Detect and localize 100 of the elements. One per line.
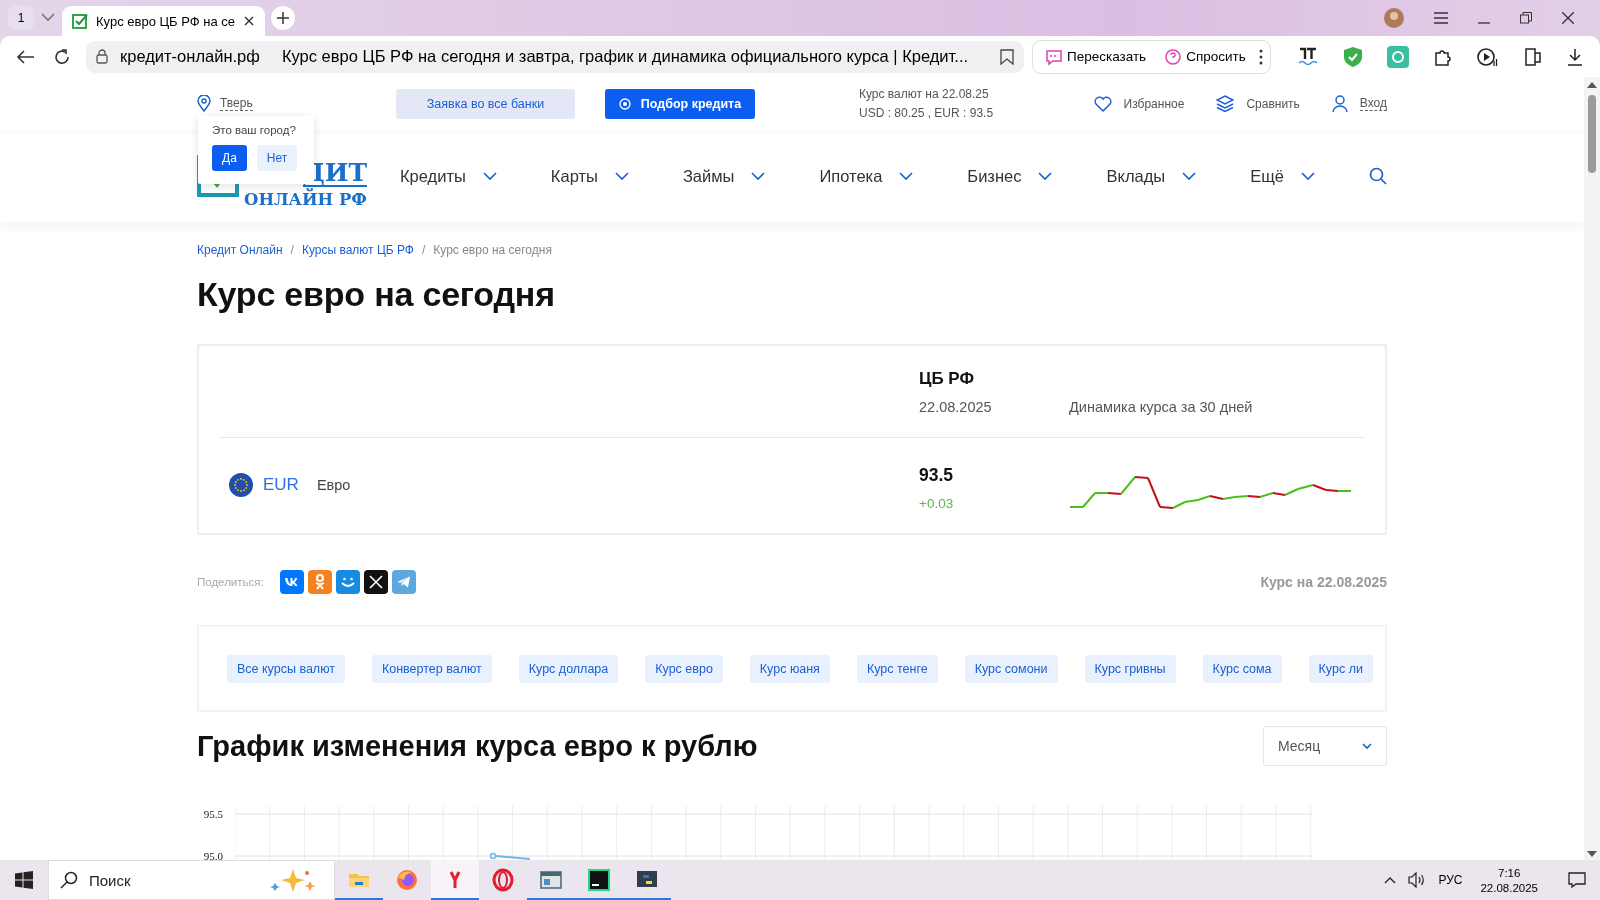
city-selector[interactable]: Тверь bbox=[197, 95, 396, 112]
page-title: Курс евро ЦБ РФ на сегодня и завтра, график и динамика официального курса | Кредит... bbox=[281, 47, 970, 66]
nav-menu-item[interactable]: Вклады bbox=[1106, 166, 1198, 186]
plus-icon bbox=[277, 12, 289, 24]
no-button[interactable]: Нет bbox=[256, 145, 298, 171]
currency-link-chip[interactable]: Курс сома bbox=[1202, 654, 1282, 683]
nav-menu-item[interactable]: Бизнес bbox=[967, 166, 1054, 186]
rates-values: USD : 80.25 , EUR : 93.5 bbox=[859, 106, 995, 120]
chevron-down-icon bbox=[613, 169, 630, 183]
clock-date[interactable]: 22.08.2025 bbox=[1480, 881, 1538, 894]
chevron-down-icon bbox=[481, 169, 498, 183]
browser-tab[interactable]: Курс евро ЦБ РФ на се bbox=[62, 6, 265, 36]
chevron-up-icon[interactable] bbox=[1384, 876, 1397, 884]
close-icon[interactable] bbox=[243, 15, 255, 27]
ask-button[interactable]: Спросить bbox=[1158, 47, 1252, 66]
currency-link-chip[interactable]: Конвертер валют bbox=[371, 654, 492, 683]
vk-icon[interactable] bbox=[279, 570, 304, 594]
credit-selection-button[interactable]: Подбор кредита bbox=[605, 88, 755, 119]
breadcrumb-current: Курс евро на сегодня bbox=[433, 243, 552, 257]
chevron-down-icon bbox=[750, 169, 767, 183]
share-label: Поделиться: bbox=[197, 576, 264, 588]
nav-menu-item[interactable]: Карты bbox=[550, 166, 630, 186]
lock-icon bbox=[96, 49, 108, 64]
search-icon[interactable] bbox=[1368, 167, 1387, 185]
yes-button[interactable]: Да bbox=[212, 145, 247, 171]
language-indicator[interactable]: РУС bbox=[1438, 873, 1463, 887]
user-icon bbox=[1331, 94, 1348, 113]
translate-icon[interactable] bbox=[1296, 46, 1319, 67]
play-icon[interactable] bbox=[1476, 46, 1499, 67]
tab-title: Курс евро ЦБ РФ на се bbox=[96, 13, 235, 29]
rate-value: 93.5 bbox=[919, 465, 955, 486]
layers-icon bbox=[1216, 95, 1235, 112]
section-heading: График изменения курса евро к рублю bbox=[197, 729, 758, 763]
compare-link[interactable]: Сравнить bbox=[1216, 95, 1300, 112]
dynamics-label: Динамика курса за 30 дней bbox=[1069, 399, 1254, 415]
currency-link-chip[interactable]: Курс юаня bbox=[749, 654, 830, 683]
currency-link-chip[interactable]: Курс ли bbox=[1308, 654, 1373, 683]
scroll-down-icon[interactable] bbox=[1587, 851, 1597, 857]
new-tab-button[interactable] bbox=[271, 6, 295, 30]
y-axis-label: 95.5 bbox=[202, 808, 223, 820]
breadcrumb-link[interactable]: Курсы валют ЦБ РФ bbox=[301, 243, 414, 257]
nav-menu-item[interactable]: Займы bbox=[682, 166, 767, 186]
currency-link-chip[interactable]: Курс тенге bbox=[856, 654, 938, 683]
scrollbar-thumb[interactable] bbox=[1588, 95, 1596, 173]
url-text: кредит-онлайн.рф bbox=[120, 47, 260, 66]
y-axis-label: 95.0 bbox=[202, 850, 223, 860]
chevron-down-icon bbox=[898, 169, 915, 183]
period-dropdown[interactable]: Месяц bbox=[1263, 726, 1387, 766]
breadcrumb-separator: / bbox=[422, 243, 426, 257]
taskbar-search-field[interactable]: Поиск bbox=[48, 860, 335, 900]
scrollbar[interactable] bbox=[1584, 77, 1600, 860]
chevron-down-icon bbox=[1299, 169, 1316, 183]
target-icon bbox=[618, 97, 631, 110]
x-icon[interactable] bbox=[363, 570, 388, 594]
menu-icon[interactable] bbox=[1434, 12, 1448, 24]
location-pin-icon bbox=[197, 95, 211, 112]
page-heading: Курс евро на сегодня bbox=[197, 275, 556, 314]
rates-title: Курс валют на 22.08.25 bbox=[859, 87, 990, 101]
apply-all-banks-button[interactable]: Заявка во все банки bbox=[396, 88, 575, 119]
shield-icon[interactable] bbox=[1342, 45, 1363, 68]
more-icon[interactable] bbox=[1257, 48, 1264, 65]
nav-menu-item[interactable]: Ипотека bbox=[819, 166, 915, 186]
chevron-down-icon bbox=[1362, 742, 1372, 750]
currency-link-chip[interactable]: Все курсы валют bbox=[227, 654, 345, 683]
login-link[interactable]: Вход bbox=[1331, 94, 1387, 113]
speaker-icon[interactable] bbox=[1408, 872, 1427, 888]
clock-time[interactable]: 7:16 bbox=[1498, 866, 1521, 879]
bookmark-icon[interactable] bbox=[1000, 48, 1014, 65]
odnoklassniki-icon[interactable] bbox=[307, 570, 332, 594]
currency-name: Евро bbox=[316, 477, 351, 493]
breadcrumb-link[interactable]: Кредит Онлайн bbox=[197, 243, 283, 257]
currency-link-chip[interactable]: Курс евро bbox=[645, 654, 723, 683]
city-question: Это ваш город? bbox=[212, 124, 297, 136]
currency-code[interactable]: EUR bbox=[263, 475, 299, 495]
retell-button[interactable]: Пересказать bbox=[1039, 47, 1153, 66]
tab-counter[interactable]: 1 bbox=[8, 6, 34, 30]
chevron-down-icon bbox=[1037, 169, 1054, 183]
breadcrumb-separator: / bbox=[290, 243, 294, 257]
nav-menu-item[interactable]: Кредиты bbox=[400, 166, 498, 186]
currency-link-chip[interactable]: Курс доллара bbox=[518, 654, 619, 683]
heart-icon bbox=[1093, 95, 1112, 112]
close-icon[interactable] bbox=[1562, 12, 1574, 24]
app-window-icon bbox=[539, 868, 563, 892]
rate-change: +0.03 bbox=[919, 496, 955, 511]
notifications-icon[interactable] bbox=[1568, 872, 1586, 888]
quote-bubble-icon bbox=[1045, 47, 1063, 66]
source-label: ЦБ РФ bbox=[919, 369, 975, 389]
windows-start-icon[interactable] bbox=[15, 871, 33, 889]
question-bubble-icon bbox=[1164, 47, 1183, 66]
euro-flag-icon bbox=[229, 473, 253, 497]
search-icon bbox=[60, 871, 78, 889]
favorites-link[interactable]: Избранное bbox=[1093, 95, 1185, 112]
address-bar[interactable]: кредит-онлайн.рф Курс евро ЦБ РФ на сегодня и завтра, график и динамика официального курса | Кредит... bbox=[86, 40, 1024, 73]
nav-menu-item[interactable]: Ещё bbox=[1250, 166, 1316, 186]
currency-link-chip[interactable]: Курс гривны bbox=[1084, 654, 1176, 683]
rate-date: 22.08.2025 bbox=[919, 399, 993, 415]
restore-icon[interactable] bbox=[1520, 12, 1532, 24]
scroll-up-icon[interactable] bbox=[1587, 82, 1597, 88]
download-icon[interactable] bbox=[1566, 47, 1583, 66]
currency-link-chip[interactable]: Курс сомони bbox=[964, 654, 1058, 683]
